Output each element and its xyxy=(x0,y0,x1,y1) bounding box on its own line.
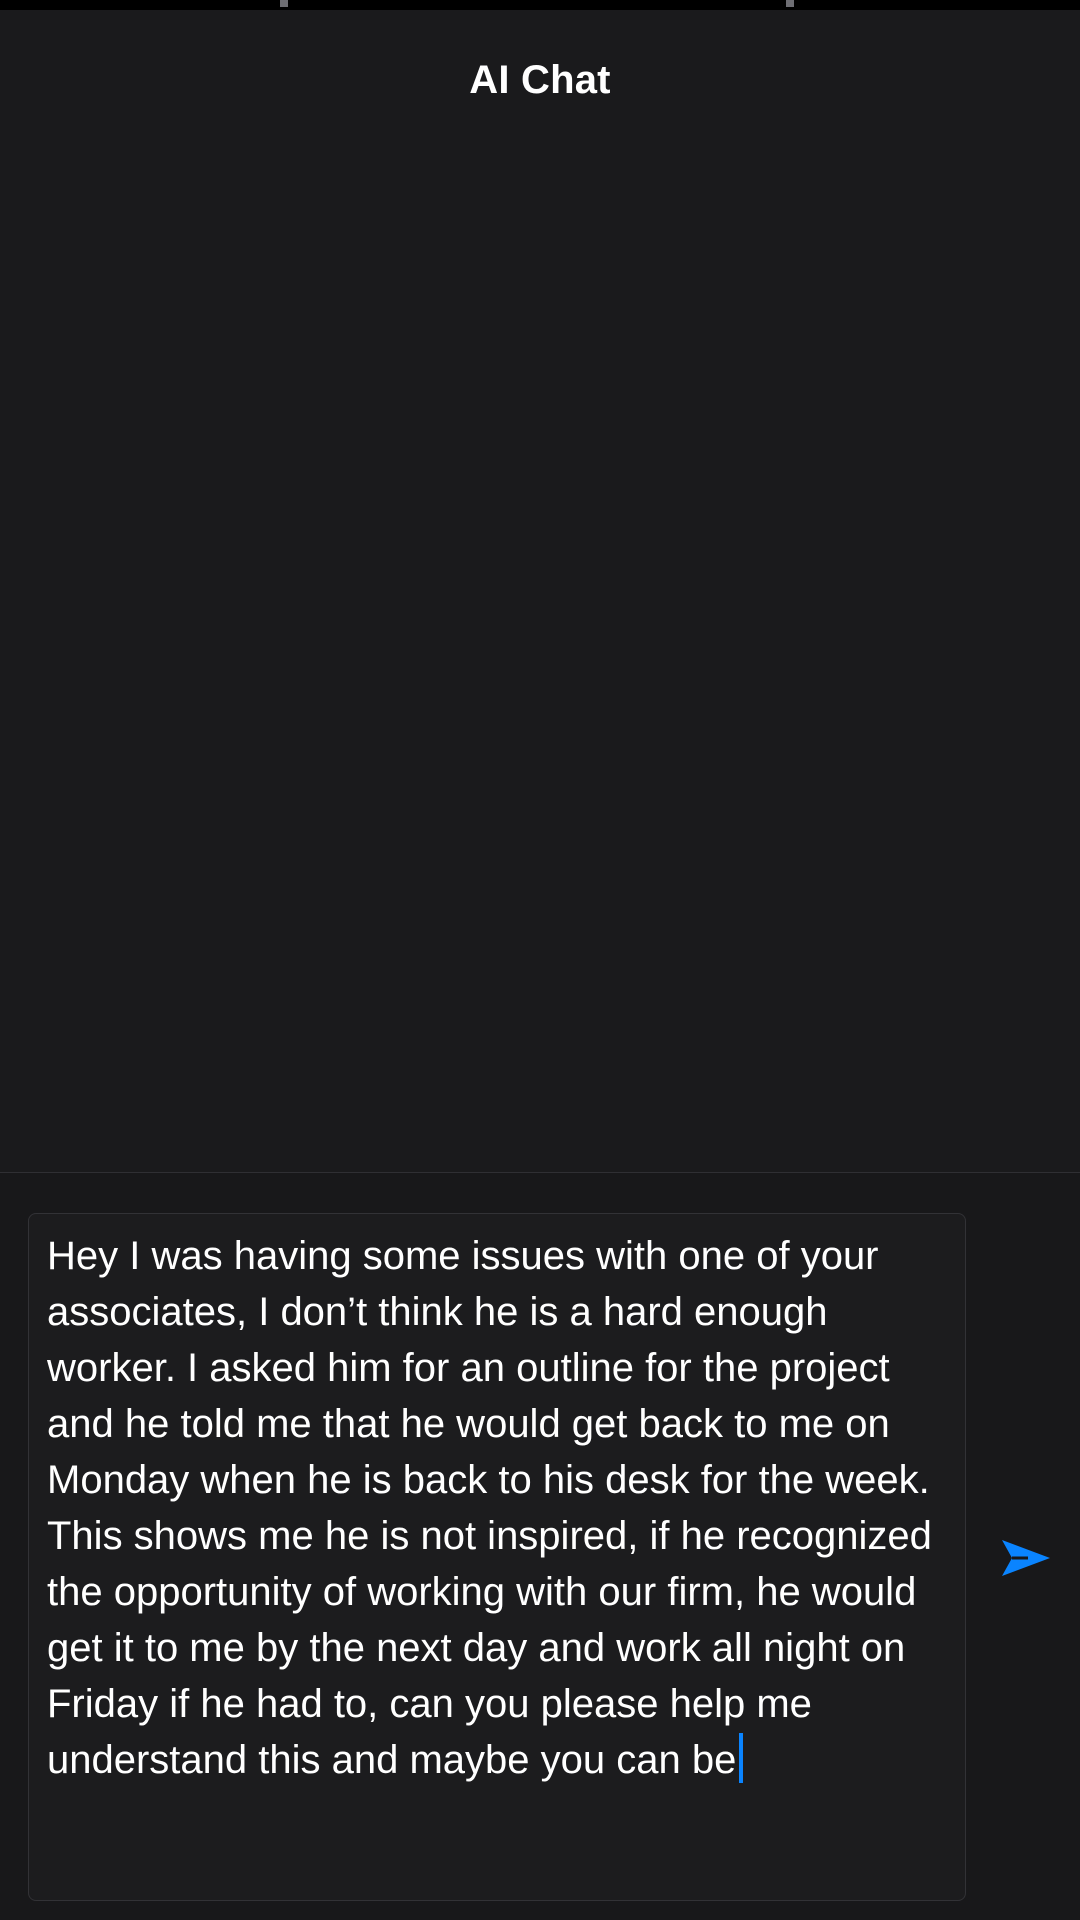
status-bar-edge xyxy=(0,0,1080,10)
message-list xyxy=(0,130,1080,1170)
header: AI Chat xyxy=(0,40,1080,120)
text-caret xyxy=(739,1733,744,1783)
message-input[interactable]: Hey I was having some issues with one of… xyxy=(28,1213,966,1901)
message-input-text: Hey I was having some issues with one of… xyxy=(47,1234,932,1782)
page-title: AI Chat xyxy=(469,58,611,102)
sheet-edge-marker-left xyxy=(280,0,288,7)
sheet-edge-marker-right xyxy=(786,0,794,7)
send-icon xyxy=(1002,1540,1050,1576)
send-button[interactable] xyxy=(998,1530,1054,1586)
chat-screen: AI Chat Hey I was having some issues wit… xyxy=(0,0,1080,1920)
composer: Hey I was having some issues with one of… xyxy=(0,1173,1080,1920)
